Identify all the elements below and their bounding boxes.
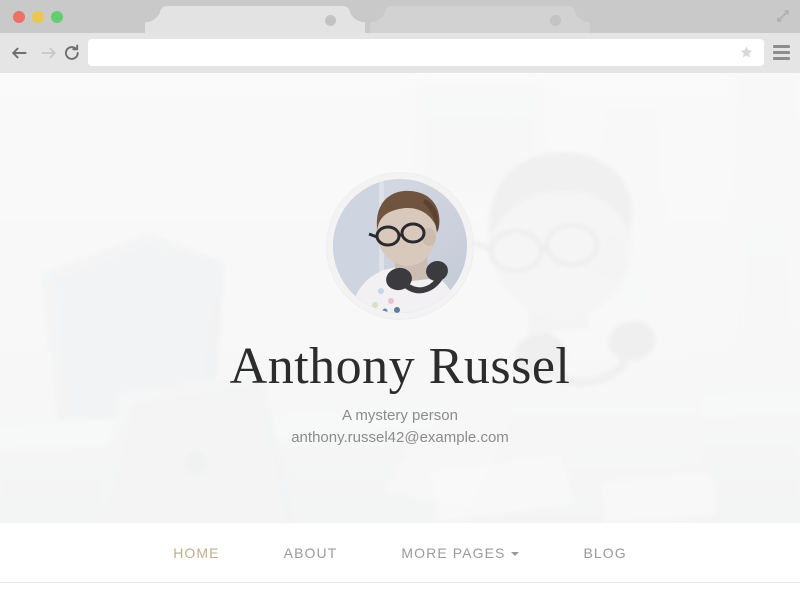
forward-button[interactable]	[38, 43, 58, 63]
nav-item-label: HOME	[173, 544, 220, 561]
nav-item-label: BLOG	[583, 544, 627, 561]
browser-toolbar	[0, 33, 800, 73]
star-icon[interactable]	[739, 45, 754, 60]
avatar-image	[333, 179, 467, 313]
tab-favicon-icon	[325, 15, 336, 26]
page-body-below-nav	[0, 583, 800, 600]
nav-item-more-pages[interactable]: MORE PAGES	[369, 545, 551, 561]
hero-email: anthony.russel42@example.com	[291, 428, 509, 446]
nav-item-label: MORE PAGES	[401, 544, 506, 561]
page-title: Anthony Russel	[229, 338, 571, 395]
hamburger-menu-icon[interactable]	[773, 45, 790, 60]
browser-window: Anthony Russel A mystery person anthony.…	[0, 0, 800, 600]
back-button[interactable]	[10, 43, 30, 63]
tab-strip	[0, 0, 800, 33]
nav-list: HOME ABOUT MORE PAGES BLOG	[141, 545, 659, 561]
tab-favicon-icon	[550, 15, 561, 26]
hero-content: Anthony Russel A mystery person anthony.…	[0, 73, 800, 523]
hero-tagline: A mystery person	[342, 407, 458, 425]
browser-titlebar	[0, 0, 800, 33]
page-viewport: Anthony Russel A mystery person anthony.…	[0, 73, 800, 600]
avatar	[327, 173, 473, 319]
nav-item-about[interactable]: ABOUT	[252, 545, 370, 561]
site-navigation: HOME ABOUT MORE PAGES BLOG	[0, 523, 800, 583]
menu-line	[773, 57, 790, 60]
url-bar[interactable]	[88, 39, 764, 66]
nav-item-blog[interactable]: BLOG	[551, 545, 658, 561]
browser-tab-active[interactable]	[160, 6, 350, 33]
browser-tab-inactive[interactable]	[385, 6, 575, 33]
nav-item-home[interactable]: HOME	[141, 545, 251, 561]
menu-line	[773, 45, 790, 48]
hero-section: Anthony Russel A mystery person anthony.…	[0, 73, 800, 523]
expand-arrows-icon[interactable]	[775, 8, 791, 24]
chevron-down-icon	[511, 551, 520, 556]
nav-item-label: ABOUT	[283, 544, 338, 561]
menu-line	[773, 51, 790, 54]
reload-button[interactable]	[62, 43, 82, 63]
